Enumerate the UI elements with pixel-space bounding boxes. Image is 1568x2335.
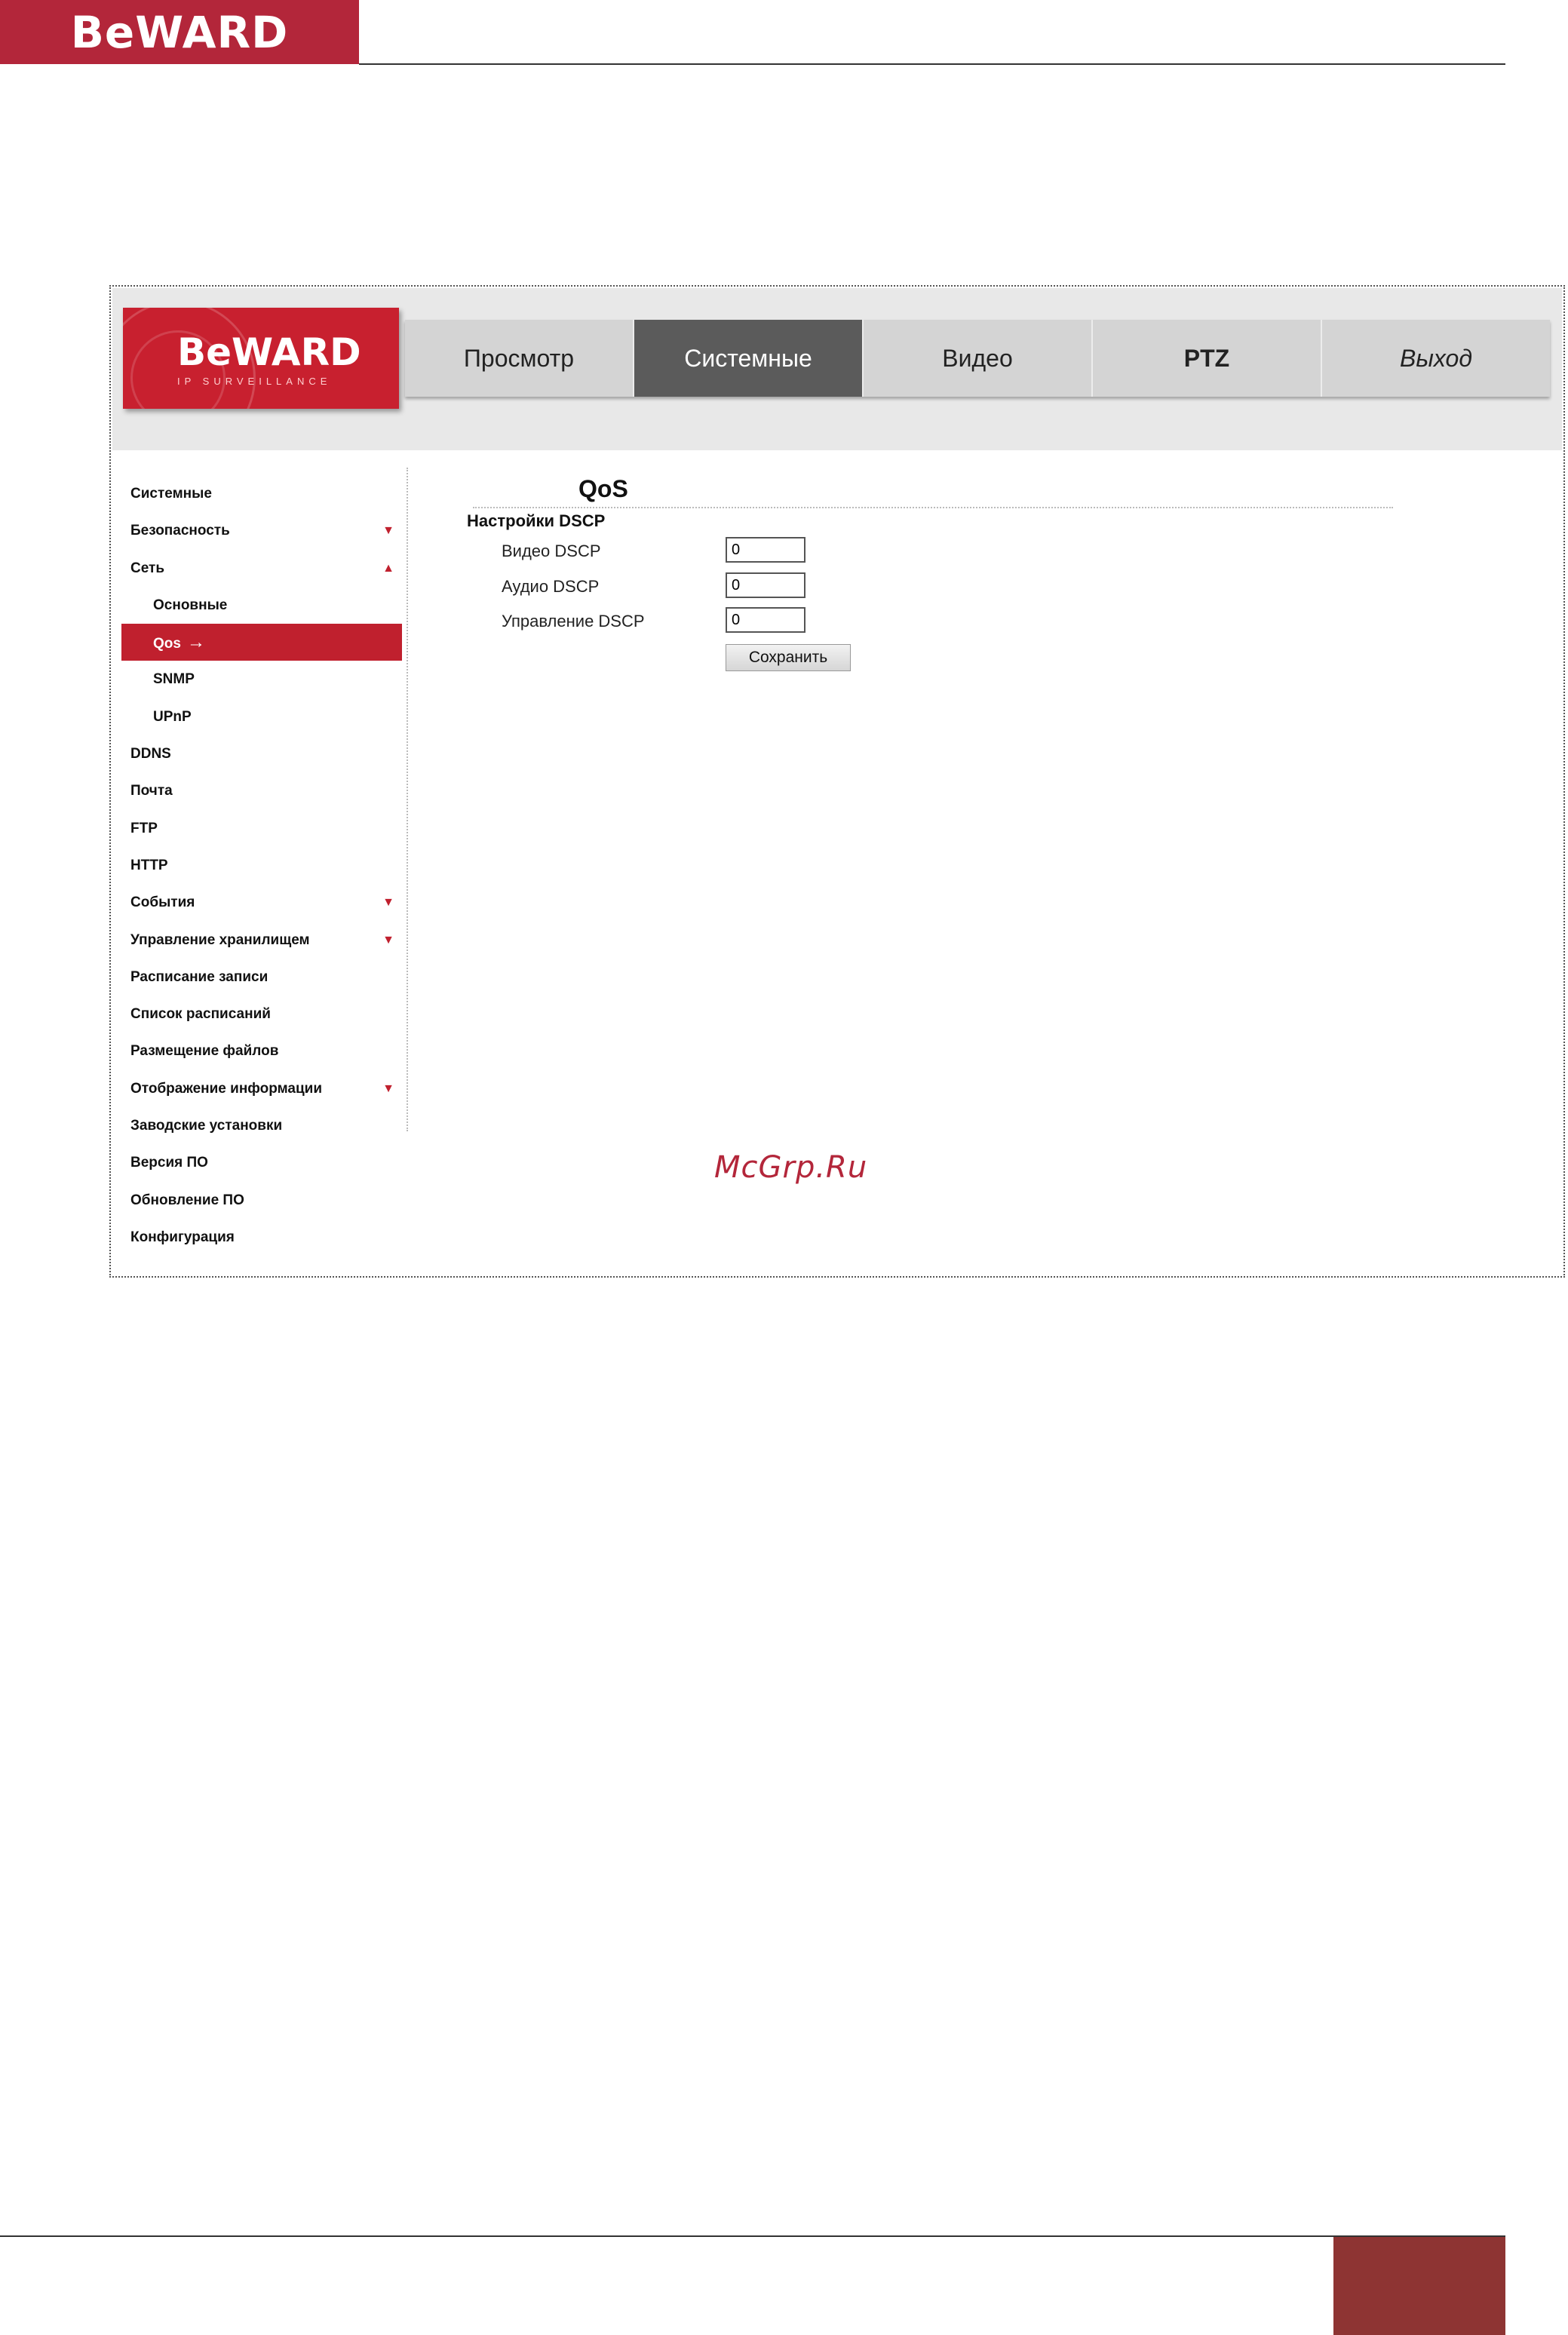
sidebar-item-firmware-version[interactable]: Версия ПО (121, 1144, 402, 1181)
sidebar-item-label: Управление хранилищем (130, 931, 310, 948)
sidebar-item-label: Обновление ПО (130, 1192, 244, 1208)
sidebar-nav: Системные Безопасность ▼ Сеть ▲ Основные Q… (121, 475, 402, 1256)
video-dscp-label: Видео DSCP (502, 542, 601, 560)
tab-logout[interactable]: Выход (1322, 320, 1550, 397)
footer-rule (0, 2235, 1505, 2237)
arrow-right-icon: → (186, 632, 205, 653)
sidebar-item-label: События (130, 894, 195, 911)
sidebar-item-configuration[interactable]: Конфигурация (121, 1219, 402, 1256)
sidebar-item-storage[interactable]: Управление хранилищем ▼ (121, 922, 402, 959)
sidebar-item-qos[interactable]: Qos → (121, 624, 402, 661)
expand-down-icon[interactable]: ▼ (382, 1070, 394, 1107)
sidebar-item-file-placement[interactable]: Размещение файлов (121, 1032, 402, 1069)
sidebar-item-label: Заводские установки (130, 1118, 283, 1134)
screenshot-frame: BeWARD IP SURVEILLANCE Просмотр Системны… (109, 285, 1565, 1278)
sidebar-item-label: Отображение информации (130, 1080, 323, 1097)
expand-down-icon[interactable]: ▼ (382, 512, 394, 549)
sidebar-item-label: Список расписаний (130, 1006, 271, 1023)
sidebar-item-label: DDNS (130, 746, 171, 762)
app-logo-brand: BeWARD (177, 330, 361, 374)
sidebar-item-http[interactable]: HTTP (121, 847, 402, 884)
sidebar-item-label: Размещение файлов (130, 1043, 279, 1060)
sidebar-item-info-display[interactable]: Отображение информации ▼ (121, 1070, 402, 1107)
title-divider (473, 507, 1393, 508)
sidebar-divider (407, 468, 408, 1131)
sidebar-item-label: Qos (153, 636, 181, 652)
tab-video[interactable]: Видео (864, 320, 1093, 397)
audio-dscp-input[interactable] (726, 572, 805, 598)
sidebar-item-schedule-list[interactable]: Список расписаний (121, 996, 402, 1032)
sidebar-item-ftp[interactable]: FTP (121, 810, 402, 847)
sidebar-item-label: Почта (130, 783, 173, 799)
sidebar-item-record-schedule[interactable]: Расписание записи (121, 959, 402, 996)
page-header-rule (359, 63, 1505, 65)
tab-ptz[interactable]: PTZ (1093, 320, 1322, 397)
sidebar-item-basic[interactable]: Основные (121, 587, 402, 624)
sidebar-item-firmware-update[interactable]: Обновление ПО (121, 1182, 402, 1219)
tab-system[interactable]: Системные (634, 320, 864, 397)
expand-down-icon[interactable]: ▼ (382, 922, 394, 959)
sidebar-item-events[interactable]: События ▼ (121, 884, 402, 921)
sidebar-item-label: Сеть (130, 560, 165, 576)
sidebar-item-label: Конфигурация (130, 1229, 235, 1245)
tab-view[interactable]: Просмотр (405, 320, 634, 397)
main-tabs: Просмотр Системные Видео PTZ Выход (405, 320, 1550, 397)
save-button[interactable]: Сохранить (726, 644, 851, 671)
sidebar-item-snmp[interactable]: SNMP (121, 661, 402, 698)
sidebar-item-system[interactable]: Системные (121, 475, 402, 512)
sidebar-item-label: Системные (130, 486, 212, 502)
sidebar-item-mail[interactable]: Почта (121, 772, 402, 809)
sidebar-item-label: HTTP (130, 857, 168, 873)
control-dscp-label: Управление DSCP (502, 612, 645, 631)
sidebar-item-label: UPnP (153, 708, 192, 725)
top-bar: BeWARD IP SURVEILLANCE Просмотр Системны… (112, 288, 1562, 450)
watermark: McGrp.Ru (714, 1150, 868, 1185)
sidebar-item-network[interactable]: Сеть ▲ (121, 550, 402, 587)
sidebar-item-label: Безопасность (130, 523, 230, 539)
sidebar-item-label: Основные (153, 597, 228, 613)
page-brand-logo: BeWARD (0, 0, 359, 64)
expand-down-icon[interactable]: ▼ (382, 884, 394, 921)
video-dscp-input[interactable] (726, 537, 805, 563)
section-title: Настройки DSCP (467, 511, 606, 530)
audio-dscp-label: Аудио DSCP (502, 577, 600, 596)
sidebar-item-ddns[interactable]: DDNS (121, 735, 402, 772)
app-logo-tagline: IP SURVEILLANCE (177, 375, 332, 387)
sidebar-item-security[interactable]: Безопасность ▼ (121, 512, 402, 549)
sidebar-item-upnp[interactable]: UPnP (121, 698, 402, 735)
app-logo: BeWARD IP SURVEILLANCE (123, 308, 399, 409)
page-logo-text: BeWARD (70, 6, 289, 58)
control-dscp-input[interactable] (726, 607, 805, 633)
sidebar-item-factory-reset[interactable]: Заводские установки (121, 1107, 402, 1144)
sidebar-item-label: FTP (130, 820, 158, 836)
sidebar-item-label: SNMP (153, 671, 195, 688)
collapse-up-icon[interactable]: ▲ (382, 550, 394, 587)
sidebar-item-label: Расписание записи (130, 968, 268, 985)
sidebar-item-label: Версия ПО (130, 1155, 208, 1171)
footer-page-box (1333, 2237, 1505, 2335)
page-title: QoS (578, 475, 628, 502)
